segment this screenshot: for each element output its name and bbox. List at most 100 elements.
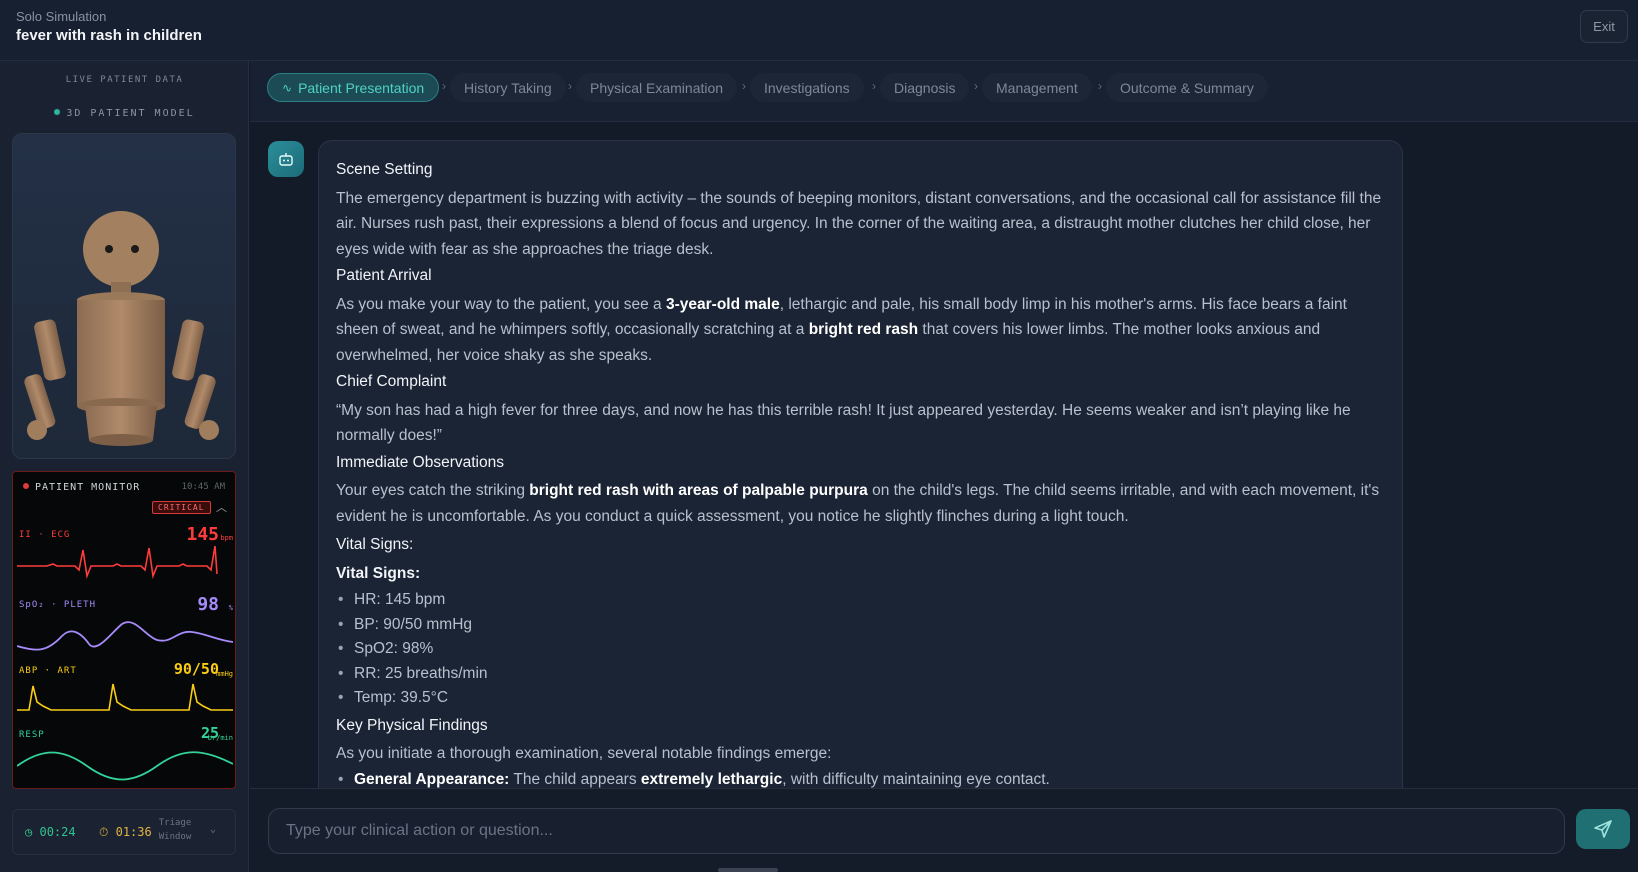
send-button[interactable] — [1576, 809, 1630, 849]
step-label: Outcome & Summary — [1120, 79, 1254, 96]
channel-label: II · ECG — [19, 530, 71, 540]
step-label: Diagnosis — [894, 79, 956, 96]
step-label: Investigations — [764, 79, 850, 96]
text-run: Your eyes catch the striking — [336, 482, 530, 499]
channel-label: ABP · ART — [19, 666, 77, 676]
observations-text: Your eyes catch the striking bright red … — [336, 478, 1385, 529]
channel-label: SpO₂ · PLETH — [19, 600, 97, 610]
resp-channel: RESP 25 br/min — [17, 722, 233, 786]
heart-rate-unit: bpm — [220, 534, 233, 542]
bp-value: 90/50 — [173, 660, 219, 678]
complaint-text: “My son has had a high fever for three d… — [336, 401, 1351, 445]
horizontal-scrollbar[interactable] — [718, 868, 778, 872]
mannequin-figure — [24, 211, 219, 446]
main-panel: ∿ Patient Presentation › History Taking ›… — [250, 61, 1638, 872]
exit-button[interactable]: Exit — [1580, 10, 1628, 43]
step-label: Management — [996, 79, 1078, 96]
text-run: The child appears — [509, 770, 641, 788]
highlight-text: bright red rash — [808, 321, 919, 338]
bp-unit: mmHg — [216, 670, 233, 678]
model-label: 3D PATIENT MODEL — [0, 108, 249, 119]
pleth-waveform — [17, 621, 233, 651]
findings-text: As you initiate a thorough examination, … — [336, 745, 832, 762]
clock-icon: ◷ — [25, 825, 33, 839]
ecg-channel: II · ECG 145 bpm — [17, 522, 233, 586]
spo2-value: 98 — [197, 594, 219, 615]
monitor-title: PATIENT MONITOR — [23, 482, 140, 493]
clinical-action-input[interactable] — [268, 808, 1565, 854]
spo2-unit: % — [228, 604, 233, 612]
elapsed-timer: ◷ 00:24 — [25, 825, 76, 839]
send-icon — [1594, 820, 1612, 838]
monitor-title-text: PATIENT MONITOR — [35, 482, 141, 493]
chevron-right-icon: › — [568, 79, 572, 93]
list-item: RR: 25 breaths/min — [336, 662, 1385, 687]
timer-panel[interactable]: ◷ 00:24 ⏱ 01:36 Triage Window ⌄ — [12, 809, 236, 855]
status-dot-icon — [54, 109, 61, 115]
elapsed-time: 00:24 — [39, 825, 76, 839]
resp-unit: br/min — [207, 734, 233, 742]
stopwatch-icon: ⏱ — [99, 825, 109, 839]
abp-channel: ABP · ART 90/50 mmHg — [17, 658, 233, 722]
resp-waveform — [17, 751, 233, 781]
heart-rate-value: 145 — [186, 524, 219, 545]
ecg-waveform — [17, 545, 218, 580]
chevron-right-icon: › — [974, 79, 978, 93]
step-outcome-summary[interactable]: Outcome & Summary — [1106, 73, 1268, 102]
step-history-taking[interactable]: History Taking — [450, 73, 566, 102]
chevron-right-icon: › — [742, 79, 746, 93]
vitals-list: HR: 145 bpm BP: 90/50 mmHg SpO2: 98% RR:… — [336, 588, 1385, 711]
highlight-text: extremely lethargic — [640, 770, 783, 788]
monitor-time: 10:45 AM — [181, 482, 225, 492]
vitals-subheading: Vital Signs: — [336, 561, 1385, 587]
case-title: fever with rash in children — [16, 27, 202, 44]
top-bar: Solo Simulation fever with rash in child… — [0, 0, 1638, 61]
record-dot-icon — [23, 483, 29, 489]
list-item: BP: 90/50 mmHg — [336, 613, 1385, 638]
section-heading: Patient Arrival — [336, 267, 432, 284]
chevron-down-icon[interactable]: ⌄ — [210, 824, 216, 835]
chevron-right-icon: › — [872, 79, 876, 93]
scene-text: The emergency department is buzzing with… — [336, 189, 1382, 258]
list-item: Temp: 39.5°C — [336, 686, 1385, 711]
highlight-text: bright red rash with areas of palpable p… — [529, 482, 868, 499]
step-patient-presentation[interactable]: ∿ Patient Presentation — [267, 73, 440, 102]
section-heading: Scene Setting — [336, 161, 433, 178]
chevron-right-icon: › — [442, 79, 446, 93]
step-diagnosis[interactable]: Diagnosis — [880, 73, 970, 102]
channel-label: RESP — [19, 730, 45, 740]
arrival-text: As you make your way to the patient, you… — [336, 292, 1385, 369]
robot-icon — [279, 153, 293, 166]
text-run: As you make your way to the patient, you… — [336, 295, 666, 313]
model-label-text: 3D PATIENT MODEL — [66, 108, 195, 119]
list-item: SpO2: 98% — [336, 637, 1385, 662]
composer-bar — [250, 788, 1638, 872]
mode-subtitle: Solo Simulation — [16, 9, 107, 24]
pulse-icon: ∿ — [282, 80, 293, 95]
step-label: Physical Examination — [590, 79, 724, 96]
patient-sidebar: LIVE PATIENT DATA 3D PATIENT MODEL PATIE… — [0, 61, 249, 872]
step-investigations[interactable]: Investigations — [750, 73, 864, 102]
live-data-label: LIVE PATIENT DATA — [65, 75, 184, 85]
section-heading: Key Physical Findings — [336, 716, 488, 734]
finding-label: General Appearance: — [354, 770, 510, 788]
section-heading: Chief Complaint — [336, 373, 447, 390]
patient-monitor: PATIENT MONITOR 10:45 AM CRITICAL ︿ II ·… — [12, 471, 236, 789]
art-waveform — [17, 683, 233, 711]
step-physical-examination[interactable]: Physical Examination — [576, 73, 738, 102]
patient-3d-model[interactable] — [12, 133, 236, 459]
spo2-channel: SpO₂ · PLETH 98 % — [17, 592, 233, 656]
step-label: History Taking — [464, 79, 552, 96]
assistant-message: Scene Setting The emergency department i… — [318, 140, 1403, 820]
list-item: HR: 145 bpm — [336, 588, 1385, 613]
countdown-timer: ⏱ 01:36 — [99, 825, 152, 840]
section-heading: Immediate Observations — [336, 453, 504, 471]
vitals-subheading-text: Vital Signs: — [336, 564, 421, 582]
triage-window-label: Triage Window — [158, 818, 192, 842]
text-run: , with difficulty maintaining eye contac… — [782, 770, 1050, 788]
step-management[interactable]: Management — [982, 73, 1092, 102]
chevron-up-icon[interactable]: ︿ — [216, 499, 227, 515]
step-label: Patient Presentation — [298, 79, 425, 96]
chevron-right-icon: › — [1098, 79, 1102, 93]
assistant-avatar — [268, 141, 304, 177]
